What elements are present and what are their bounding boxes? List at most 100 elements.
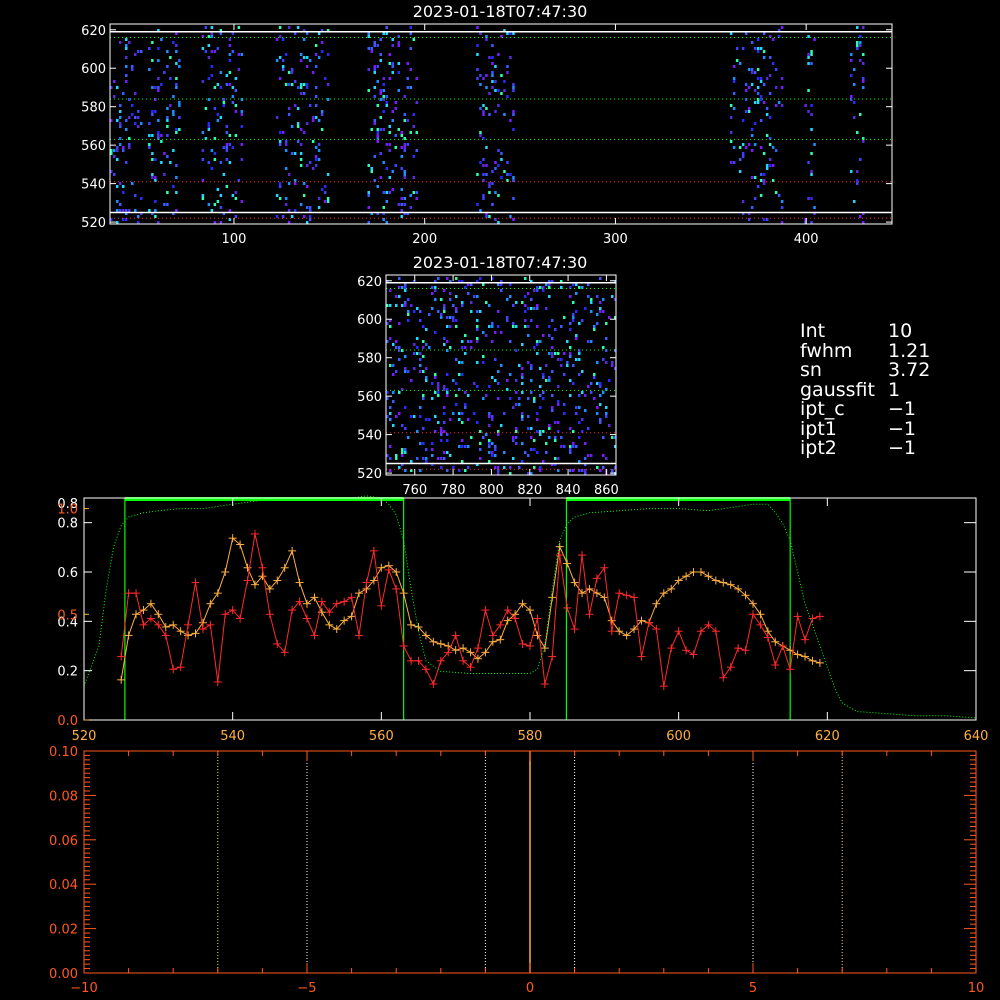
pixel [521,301,524,304]
pixel [376,140,379,143]
pixel [488,442,491,445]
pixel [732,107,736,110]
pixel [314,65,318,68]
pixel [859,59,862,62]
pixel [401,424,404,427]
pixel [575,310,578,313]
spectrum-xtick-label: 560 [369,729,394,744]
pixel [397,203,400,206]
series-point-0 [154,610,163,619]
pixel [512,32,515,35]
pixel [599,382,602,385]
series-point-1 [355,631,364,640]
pixel [296,86,300,89]
pixel [296,122,300,125]
pixel [422,370,425,373]
pixel [416,457,419,460]
pixel [461,361,464,364]
pixel [407,436,410,439]
pixel [326,98,330,101]
pixel [389,325,392,328]
pixel [163,203,166,206]
pixel [403,203,406,206]
pixel [376,80,379,83]
series-point-1 [473,644,482,653]
pixel [119,209,122,212]
pixel [367,206,370,209]
pixel [410,460,413,463]
pixel [464,406,467,409]
pixel [587,454,590,457]
pixel [476,340,479,343]
pixel [216,83,220,86]
pixel [774,68,778,71]
pixel [437,394,440,397]
pixel [777,194,781,197]
pixel [768,56,772,59]
pixel [397,44,400,47]
pixel [119,41,122,44]
pixel [219,86,223,89]
pixel [305,122,309,125]
pixel [488,451,491,454]
pixel [476,421,479,424]
pixel [515,349,518,352]
pixel [491,62,494,65]
pixel [178,101,181,104]
pixel [780,104,784,107]
pixel [169,161,172,164]
pixel [862,77,865,80]
pixel [290,215,294,218]
pixel [305,83,309,86]
pixel [732,92,736,95]
pixel [302,215,306,218]
pixel [738,158,742,161]
pixel [210,65,214,68]
pixel [119,125,122,128]
pixel [756,38,760,41]
pixel [470,340,473,343]
pixel [596,382,599,385]
pixel [166,50,169,53]
pixel [521,373,524,376]
pixel [611,295,614,298]
pixel [470,436,473,439]
pixel [491,203,494,206]
pixel [125,47,128,50]
pixel [509,466,512,469]
pixel [434,376,437,379]
pixel [497,466,500,469]
pixel [299,86,303,89]
pixel [406,77,409,80]
pixel [581,319,584,322]
middle-ytick-label: 560 [357,390,382,405]
pixel [458,418,461,421]
pixel [290,71,294,74]
pixel [759,77,763,80]
pixel [237,68,241,71]
pixel [590,391,593,394]
pixel [125,209,128,212]
pixel [392,373,395,376]
pixel [729,104,733,107]
pixel [388,77,391,80]
pixel [391,44,394,47]
pixel [536,352,539,355]
pixel [503,113,506,116]
pixel [394,107,397,110]
series-point-0 [407,620,416,629]
param-value: 10 [888,320,913,342]
middle-xtick-label: 800 [479,483,504,498]
pixel [452,304,455,307]
series-point-1 [481,606,490,615]
pixel [732,77,736,80]
pixel [774,104,778,107]
pixel [741,119,745,122]
pixel [391,119,394,122]
pixel [275,59,279,62]
pixel [388,191,391,194]
series-point-0 [793,650,802,659]
pixel [317,56,321,59]
pixel [446,439,449,442]
param-value: −1 [888,437,917,459]
